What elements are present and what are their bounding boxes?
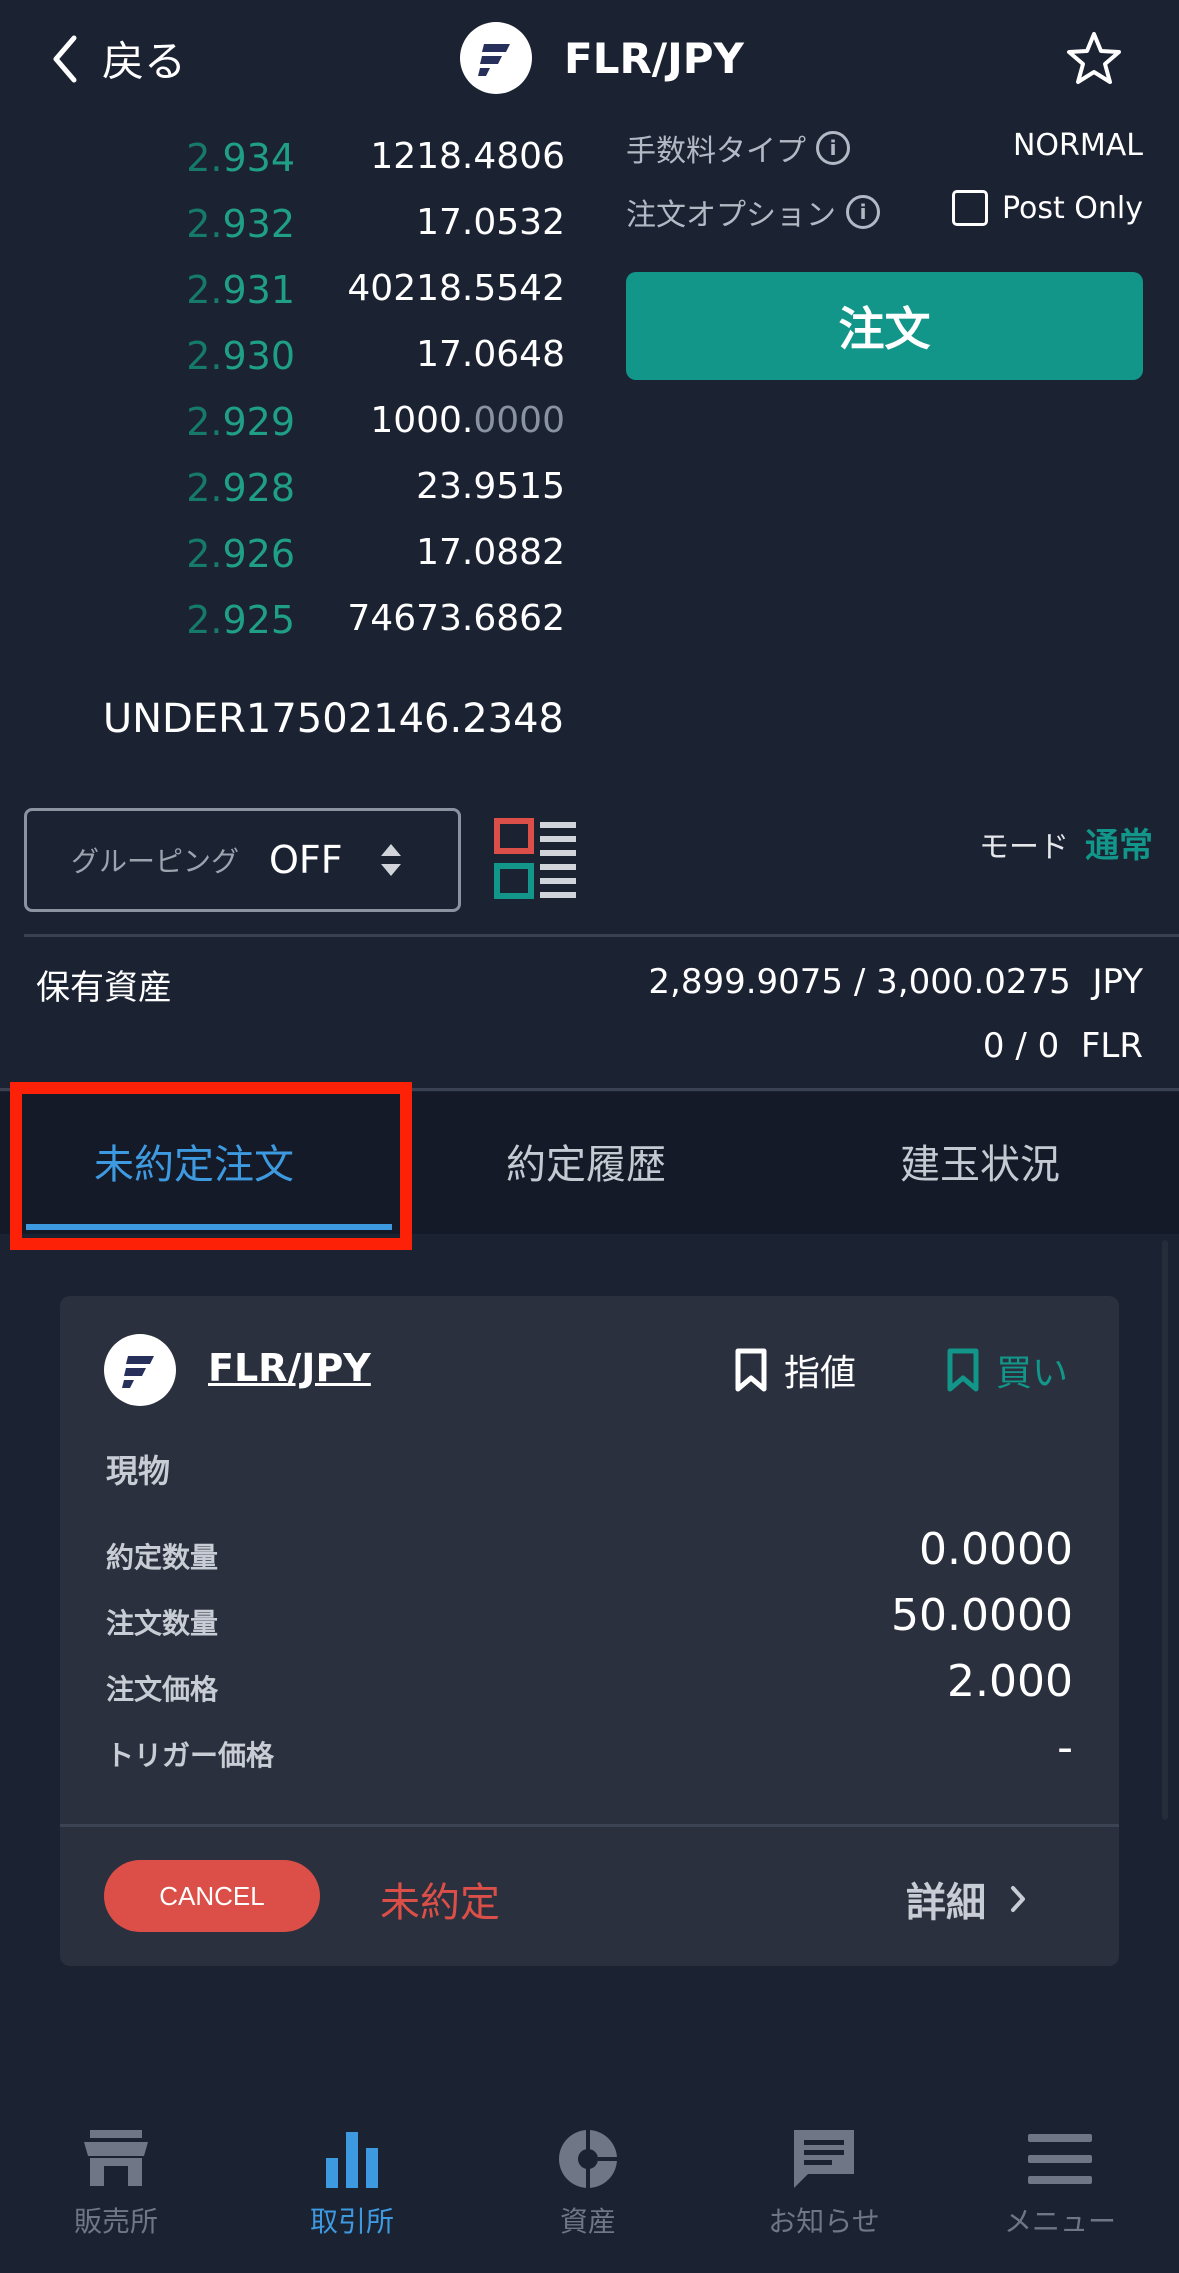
nav-exchange[interactable]: 取引所 — [262, 2126, 442, 2240]
pie-chart-icon — [559, 2128, 622, 2190]
pair-title: FLR/JPY — [460, 22, 744, 94]
order-option-label: 注文オプション i — [626, 190, 880, 234]
chevron-left-icon — [53, 35, 77, 82]
grouping-label: グルーピング — [71, 845, 240, 878]
order-qty-value: 50.0000 — [891, 1590, 1073, 1641]
sort-arrows-icon — [380, 844, 401, 876]
nav-assets-label: 資産 — [559, 2205, 616, 2238]
orderbook-layout-icon[interactable] — [494, 818, 578, 902]
scrollbar[interactable] — [1162, 1240, 1168, 1820]
orderbook-row[interactable]: 2.929 1000.0000 — [150, 400, 565, 466]
product-type: 現物 — [106, 1452, 171, 1490]
fee-type-value: NORMAL — [1012, 128, 1143, 163]
post-only-checkbox[interactable]: Post Only — [951, 190, 1143, 226]
back-label: 戻る — [102, 37, 187, 86]
order-button[interactable]: 注文 — [626, 272, 1143, 380]
mode-value: 通常 — [1085, 826, 1153, 866]
filled-qty-label: 約定数量 — [106, 1541, 219, 1574]
orderbook-under-total: UNDER17502146.2348 — [102, 696, 564, 742]
assets-label: 保有資産 — [36, 968, 172, 1008]
bar-chart-icon — [326, 2132, 378, 2188]
orderbook-row[interactable]: 2.932 17.0532 — [150, 202, 565, 268]
checkbox-icon[interactable] — [951, 190, 988, 226]
nav-exchange-label: 取引所 — [309, 2205, 394, 2238]
cancel-order-button[interactable]: CANCEL — [104, 1860, 320, 1932]
orderbook-row[interactable]: 2.926 17.0882 — [150, 532, 565, 598]
mode-label: モード — [979, 830, 1069, 865]
grouping-value: OFF — [269, 838, 343, 882]
orderbook-row[interactable]: 2.930 17.0648 — [150, 334, 565, 400]
nav-store-label: 販売所 — [73, 2205, 158, 2238]
fee-type-label: 手数料タイプ i — [626, 126, 850, 170]
orderbook-row[interactable]: 2.928 23.9515 — [150, 466, 565, 532]
nav-notices-label: お知らせ — [768, 2205, 880, 2238]
message-icon — [794, 2130, 854, 2188]
tab-trade-history[interactable]: 約定履歴 — [506, 1132, 666, 1190]
divider — [24, 934, 1179, 937]
chevron-right-icon — [1011, 1886, 1025, 1912]
info-icon[interactable]: i — [846, 195, 880, 229]
bookmark-icon — [735, 1348, 767, 1392]
flr-logo-icon — [460, 22, 532, 94]
nav-assets[interactable]: 資産 — [498, 2126, 678, 2240]
order-type: 指値 — [734, 1344, 856, 1396]
card-divider — [60, 1824, 1119, 1827]
menu-icon — [1028, 2134, 1092, 2184]
flr-balance: 0 / 0 FLR — [982, 1026, 1143, 1066]
order-price-value: 2.000 — [947, 1656, 1073, 1707]
flr-logo-icon — [104, 1334, 176, 1406]
order-qty-label: 注文数量 — [106, 1607, 219, 1640]
orderbook-row[interactable]: 2.931 40218.5542 — [150, 268, 565, 334]
back-button[interactable]: 戻る — [50, 28, 186, 89]
card-pair-link[interactable]: FLR/JPY — [208, 1346, 371, 1390]
tab-positions[interactable]: 建玉状況 — [900, 1132, 1060, 1190]
store-icon — [84, 2130, 148, 2186]
orderbook-row[interactable]: 2.925 74673.6862 — [150, 598, 565, 664]
trigger-price-value: - — [1057, 1722, 1073, 1773]
trigger-price-label: トリガー価格 — [106, 1739, 275, 1772]
mode-indicator[interactable]: モード 通常 — [979, 818, 1153, 867]
jpy-balance: 2,899.9075 / 3,000.0275 JPY — [648, 962, 1143, 1002]
grouping-select[interactable]: グルーピング OFF — [24, 808, 461, 912]
filled-qty-value: 0.0000 — [919, 1524, 1073, 1575]
pair-name: FLR/JPY — [564, 33, 744, 83]
detail-link[interactable]: 詳細 — [906, 1870, 1028, 1928]
post-only-label: Post Only — [1001, 190, 1143, 226]
nav-menu-label: メニュー — [1003, 2205, 1116, 2238]
order-status: 未約定 — [380, 1880, 500, 1926]
favorite-star-icon[interactable] — [1065, 30, 1123, 88]
bookmark-icon — [947, 1348, 979, 1392]
nav-notices[interactable]: お知らせ — [734, 2126, 914, 2240]
order-price-label: 注文価格 — [106, 1673, 219, 1706]
nav-store[interactable]: 販売所 — [26, 2126, 206, 2240]
order-side: 買い — [946, 1344, 1068, 1396]
nav-menu[interactable]: メニュー — [970, 2126, 1150, 2240]
highlight-box — [10, 1082, 412, 1250]
info-icon[interactable]: i — [816, 131, 850, 165]
orderbook-row[interactable]: 2.934 1218.4806 — [150, 136, 565, 202]
